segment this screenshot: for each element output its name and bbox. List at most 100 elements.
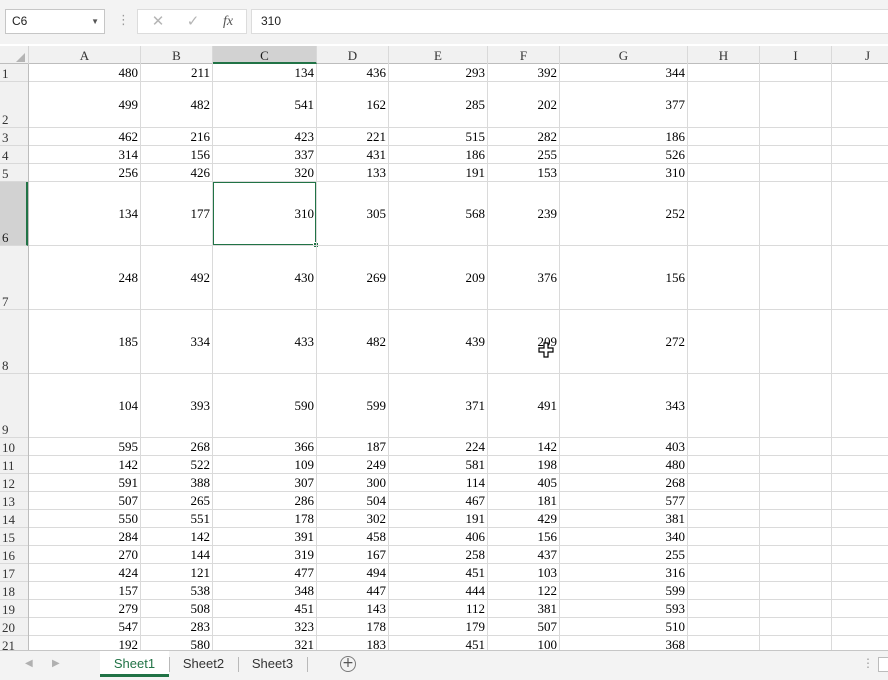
row-header-9[interactable]: 9: [0, 374, 28, 438]
cell-d19[interactable]: 143: [317, 601, 388, 616]
cell-a20[interactable]: 547: [29, 619, 140, 634]
cell-g20[interactable]: 510: [560, 619, 687, 634]
cell-c13[interactable]: 286: [213, 493, 316, 508]
cell-b16[interactable]: 144: [141, 547, 212, 562]
cell-e8[interactable]: 439: [389, 334, 487, 349]
row-header-7[interactable]: 7: [0, 246, 28, 310]
cell-c17[interactable]: 477: [213, 565, 316, 580]
cell-a7[interactable]: 248: [29, 270, 140, 285]
row-header-10[interactable]: 10: [0, 438, 28, 456]
formula-input[interactable]: 310: [251, 9, 888, 34]
column-header-i[interactable]: I: [760, 46, 832, 64]
row-header-21[interactable]: 21: [0, 636, 28, 650]
cell-d8[interactable]: 482: [317, 334, 388, 349]
column-header-f[interactable]: F: [488, 46, 560, 64]
cell-b20[interactable]: 283: [141, 619, 212, 634]
cell-b15[interactable]: 142: [141, 529, 212, 544]
select-all-button[interactable]: [0, 46, 29, 64]
row-header-15[interactable]: 15: [0, 528, 28, 546]
cell-b13[interactable]: 265: [141, 493, 212, 508]
cell-d9[interactable]: 599: [317, 398, 388, 413]
column-header-c[interactable]: C: [213, 46, 317, 64]
cell-c12[interactable]: 307: [213, 475, 316, 490]
cell-f18[interactable]: 122: [488, 583, 559, 598]
cell-e11[interactable]: 581: [389, 457, 487, 472]
cell-d14[interactable]: 302: [317, 511, 388, 526]
cell-b11[interactable]: 522: [141, 457, 212, 472]
cell-a4[interactable]: 314: [29, 147, 140, 162]
column-header-d[interactable]: D: [317, 46, 389, 64]
cell-e17[interactable]: 451: [389, 565, 487, 580]
cell-e14[interactable]: 191: [389, 511, 487, 526]
row-header-12[interactable]: 12: [0, 474, 28, 492]
cell-g13[interactable]: 577: [560, 493, 687, 508]
row-header-8[interactable]: 8: [0, 310, 28, 374]
row-header-16[interactable]: 16: [0, 546, 28, 564]
cell-g1[interactable]: 344: [560, 65, 687, 80]
cell-b21[interactable]: 580: [141, 637, 212, 650]
check-icon[interactable]: ✓: [178, 10, 208, 33]
cell-f21[interactable]: 100: [488, 637, 559, 650]
cell-c16[interactable]: 319: [213, 547, 316, 562]
add-sheet-button[interactable]: +: [340, 656, 356, 672]
row-header-17[interactable]: 17: [0, 564, 28, 582]
cell-g12[interactable]: 268: [560, 475, 687, 490]
column-header-e[interactable]: E: [389, 46, 488, 64]
cell-f10[interactable]: 142: [488, 439, 559, 454]
cell-area[interactable]: 480 211 134 436 293 392 344 499 482 541 162 285 202 3…: [29, 64, 888, 650]
cell-b4[interactable]: 156: [141, 147, 212, 162]
cell-a3[interactable]: 462: [29, 129, 140, 144]
cell-a17[interactable]: 424: [29, 565, 140, 580]
name-box[interactable]: C6 ▼: [5, 9, 105, 34]
cell-f20[interactable]: 507: [488, 619, 559, 634]
cell-a15[interactable]: 284: [29, 529, 140, 544]
row-header-1[interactable]: 1: [0, 64, 28, 82]
cell-g9[interactable]: 343: [560, 398, 687, 413]
cell-a1[interactable]: 480: [29, 65, 140, 80]
cell-e18[interactable]: 444: [389, 583, 487, 598]
cell-f3[interactable]: 282: [488, 129, 559, 144]
cell-a6[interactable]: 134: [29, 206, 140, 221]
cell-g21[interactable]: 368: [560, 637, 687, 650]
cell-b9[interactable]: 393: [141, 398, 212, 413]
cell-b6[interactable]: 177: [141, 206, 212, 221]
cell-e4[interactable]: 186: [389, 147, 487, 162]
cell-d1[interactable]: 436: [317, 65, 388, 80]
cell-e19[interactable]: 112: [389, 601, 487, 616]
cell-f5[interactable]: 153: [488, 165, 559, 180]
cell-b2[interactable]: 482: [141, 97, 212, 112]
cell-b17[interactable]: 121: [141, 565, 212, 580]
cell-a2[interactable]: 499: [29, 97, 140, 112]
cell-g19[interactable]: 593: [560, 601, 687, 616]
vertical-dots-icon[interactable]: ⋮: [117, 12, 130, 30]
column-header-g[interactable]: G: [560, 46, 688, 64]
cell-e2[interactable]: 285: [389, 97, 487, 112]
scroll-tabs-right-icon[interactable]: ▶: [52, 658, 60, 669]
cell-b12[interactable]: 388: [141, 475, 212, 490]
cell-e6[interactable]: 568: [389, 206, 487, 221]
cell-e7[interactable]: 209: [389, 270, 487, 285]
cell-b10[interactable]: 268: [141, 439, 212, 454]
cell-g4[interactable]: 526: [560, 147, 687, 162]
cell-d21[interactable]: 183: [317, 637, 388, 650]
cell-b3[interactable]: 216: [141, 129, 212, 144]
cell-e5[interactable]: 191: [389, 165, 487, 180]
column-header-a[interactable]: A: [29, 46, 141, 64]
sheet-tab-2[interactable]: Sheet2: [169, 651, 238, 677]
cell-f7[interactable]: 376: [488, 270, 559, 285]
cell-c10[interactable]: 366: [213, 439, 316, 454]
cell-b19[interactable]: 508: [141, 601, 212, 616]
sheet-tab-1[interactable]: Sheet1: [100, 651, 169, 677]
row-header-11[interactable]: 11: [0, 456, 28, 474]
cell-c9[interactable]: 590: [213, 398, 316, 413]
chevron-down-icon[interactable]: ▼: [91, 10, 99, 33]
cell-g3[interactable]: 186: [560, 129, 687, 144]
cell-f17[interactable]: 103: [488, 565, 559, 580]
cell-g17[interactable]: 316: [560, 565, 687, 580]
cell-a13[interactable]: 507: [29, 493, 140, 508]
cell-a16[interactable]: 270: [29, 547, 140, 562]
cell-c20[interactable]: 323: [213, 619, 316, 634]
cell-g10[interactable]: 403: [560, 439, 687, 454]
cell-e1[interactable]: 293: [389, 65, 487, 80]
cell-c3[interactable]: 423: [213, 129, 316, 144]
